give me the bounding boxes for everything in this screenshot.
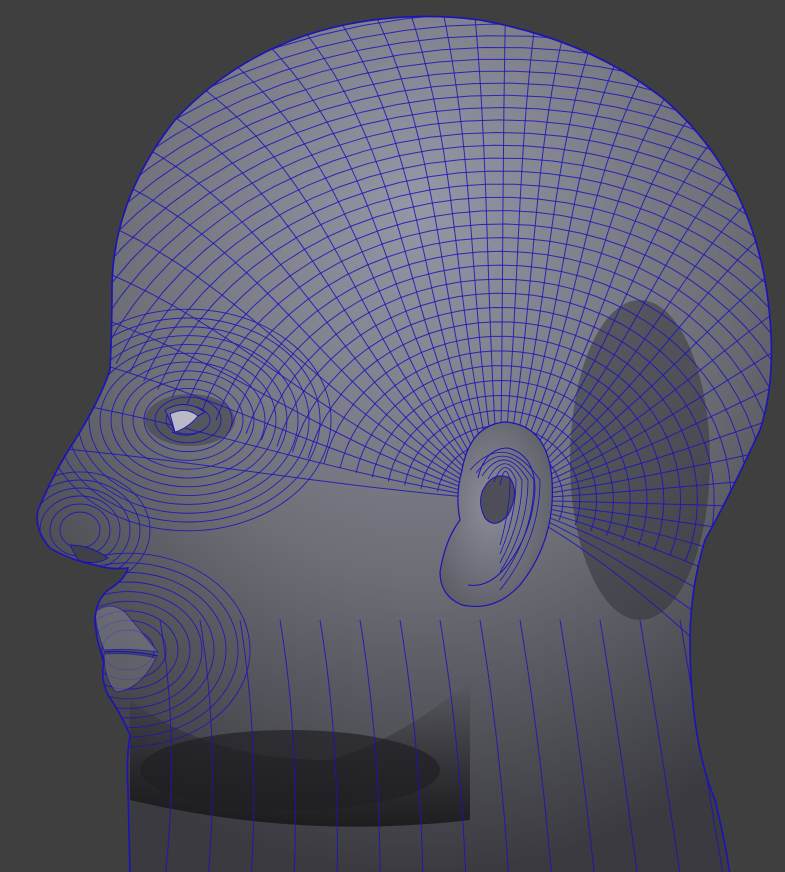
head-model-render (36, 15, 773, 872)
under-chin-shadow (140, 730, 440, 810)
3d-viewport[interactable] (0, 0, 785, 872)
